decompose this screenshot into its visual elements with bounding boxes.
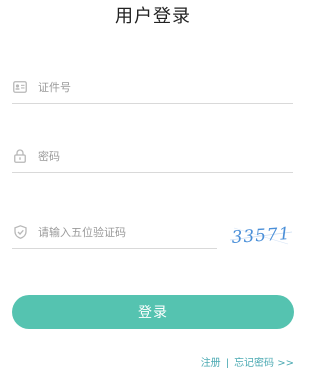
forgot-password-link[interactable]: 忘记密码 >> (234, 358, 294, 368)
id-card-icon (12, 79, 28, 95)
captcha-image[interactable]: 33571 (228, 222, 294, 248)
captcha-text: 33571 (231, 224, 291, 248)
shield-check-icon (12, 224, 28, 240)
captcha-field[interactable] (12, 218, 217, 249)
lock-icon (12, 148, 28, 164)
password-input[interactable] (38, 145, 278, 167)
page-title: 用户登录 (115, 6, 191, 27)
password-field[interactable] (12, 142, 293, 173)
id-number-input[interactable] (38, 76, 278, 98)
id-number-field[interactable] (12, 73, 293, 104)
captcha-input[interactable] (38, 221, 213, 243)
login-button[interactable]: 登录 (12, 295, 294, 329)
register-link[interactable]: 注册 (201, 358, 221, 368)
link-separator: | (225, 358, 230, 368)
footer-links: 注册 | 忘记密码 >> (201, 354, 294, 368)
